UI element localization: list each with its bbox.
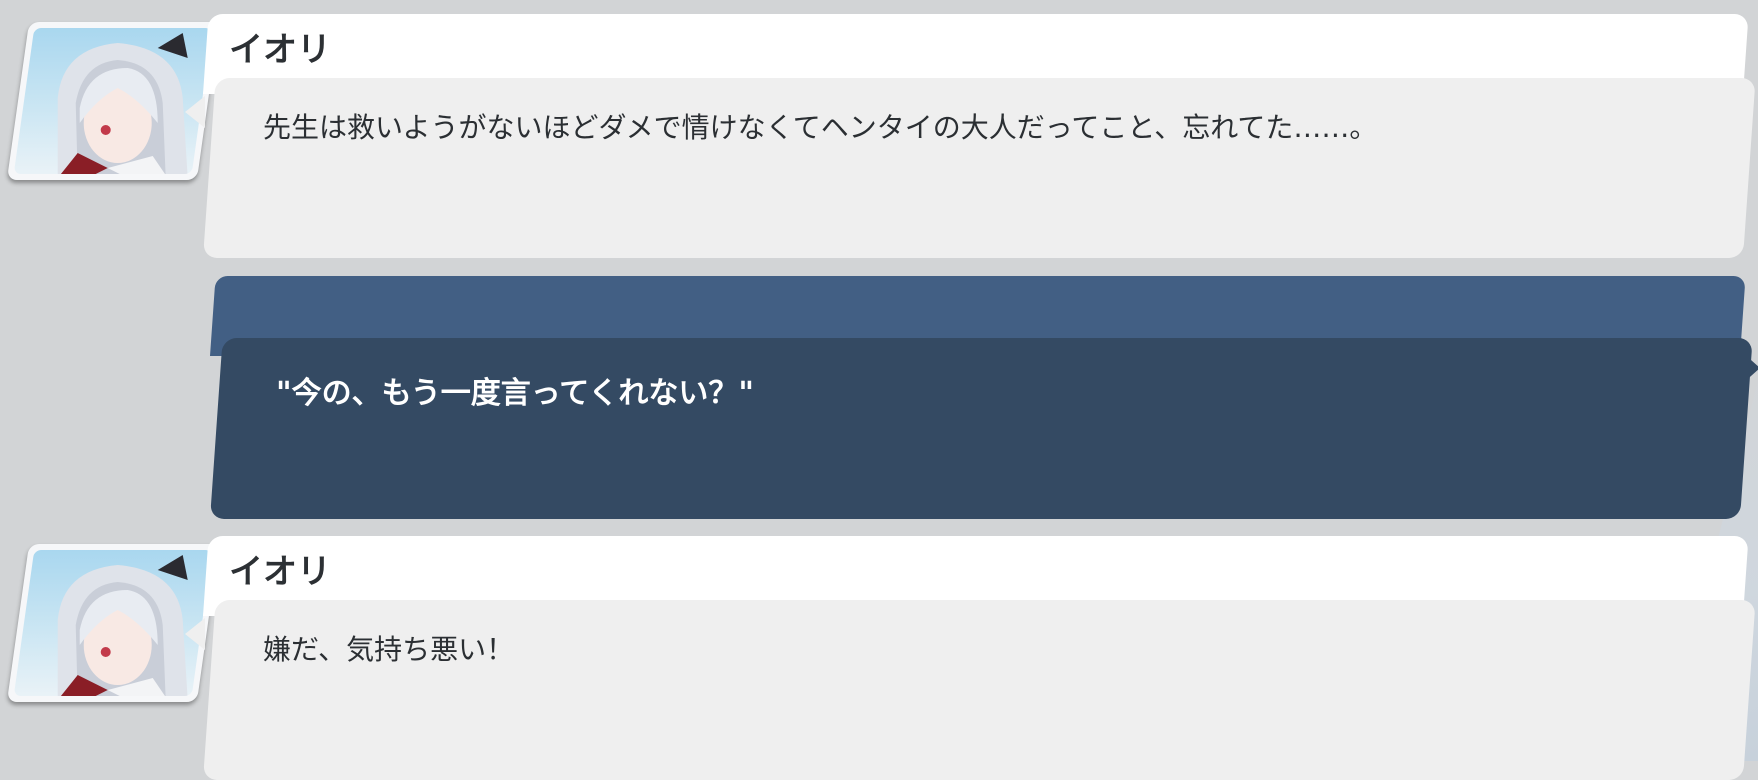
speech-tail [185,618,205,650]
speech-tail-right [1742,352,1758,384]
choice-body [210,338,1753,519]
message-body [203,600,1756,780]
character-portrait-icon [57,33,188,174]
speaker-name: イオリ [229,552,331,592]
npc-message-2[interactable]: イオリ 嫌だ、気持ち悪い！ [185,536,1756,780]
message-text: 先生は救いようがないほどダメで情けなくてヘンタイの大人だってこと、忘れてた……。 [263,111,1378,144]
choice-text: "今の、もう一度言ってくれない？" [276,376,754,411]
player-choice-bubble[interactable]: "今の、もう一度言ってくれない？" [210,276,1758,519]
npc-message-1[interactable]: イオリ 先生は救いようがないほどダメで情けなくてヘンタイの大人だってこと、忘れて… [185,14,1756,258]
character-portrait-icon [57,555,188,696]
message-text: 嫌だ、気持ち悪い！ [263,633,515,666]
message-body [203,78,1756,258]
speech-tail [185,96,205,128]
speaker-name: イオリ [229,30,331,70]
